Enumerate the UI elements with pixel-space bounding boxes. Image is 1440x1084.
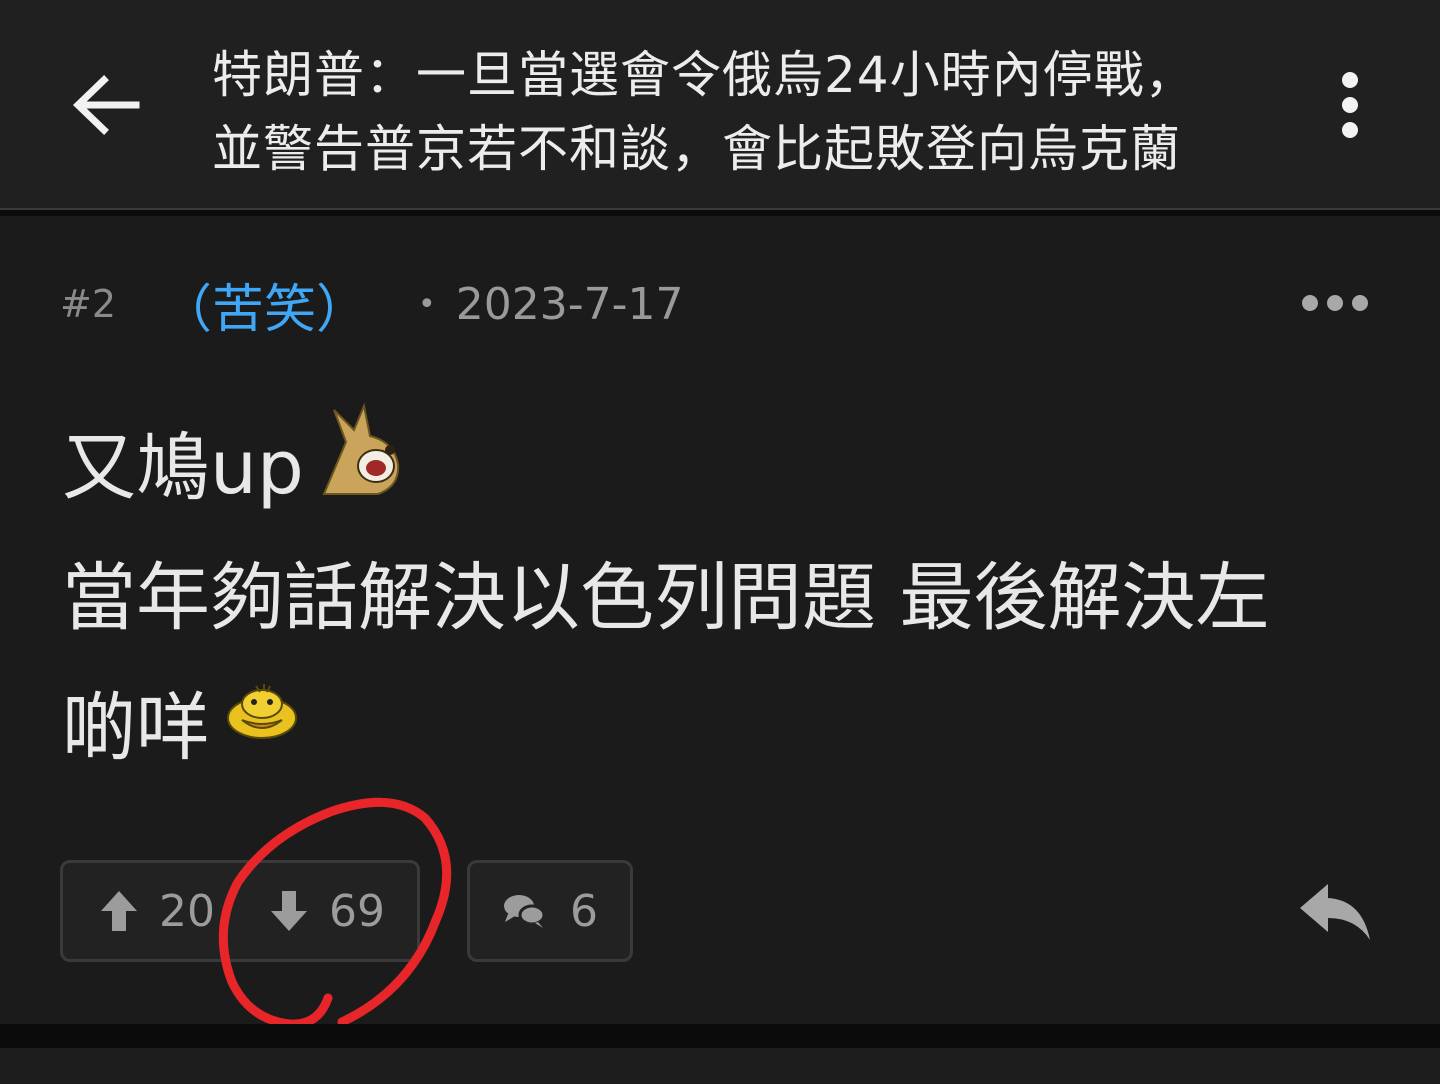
content-line: 又鳩up bbox=[62, 396, 1382, 526]
content-text: 又鳩up bbox=[62, 424, 304, 511]
back-button[interactable] bbox=[60, 58, 156, 154]
top-bar: 特朗普：一旦當選會令俄烏24小時內停戰， 並警告普京若不和談，會比起敗登向烏克蘭 bbox=[0, 0, 1440, 210]
post-divider bbox=[0, 1024, 1440, 1048]
quote-count-button[interactable]: 6 bbox=[467, 860, 633, 962]
content-line: 啲咩 bbox=[62, 656, 1382, 786]
rabbit-emoticon-icon bbox=[316, 402, 408, 520]
arrow-left-icon bbox=[72, 75, 140, 135]
reply-icon bbox=[1300, 884, 1370, 940]
floor-number: #2 bbox=[60, 282, 117, 326]
quote-count: 6 bbox=[570, 885, 598, 937]
upvote-count: 20 bbox=[159, 885, 215, 937]
thread-page: 特朗普：一旦當選會令俄烏24小時內停戰， 並警告普京若不和談，會比起敗登向烏克蘭… bbox=[0, 0, 1440, 1084]
thread-title-line1: 特朗普：一旦當選會令俄烏24小時內停戰， bbox=[212, 46, 1196, 104]
post-content: 又鳩up 當年夠話解決以色列問題 最後解決左 啲咩 bbox=[62, 396, 1382, 786]
separator-dot: • bbox=[418, 286, 436, 322]
more-vertical-icon bbox=[1342, 72, 1358, 138]
content-line: 當年夠話解決以色列問題 最後解決左 bbox=[62, 526, 1382, 656]
arrow-down-icon bbox=[271, 891, 307, 931]
content-text: 當年夠話解決以色列問題 最後解決左 bbox=[62, 554, 1270, 641]
author-name[interactable]: （苦笑） bbox=[160, 267, 368, 342]
downvote-button[interactable]: 69 bbox=[269, 863, 385, 959]
thread-title: 特朗普：一旦當選會令俄烏24小時內停戰， 並警告普京若不和談，會比起敗登向烏克蘭 bbox=[212, 38, 1222, 186]
post-meta: #2 （苦笑） • 2023-7-17 bbox=[60, 274, 684, 340]
reply-button[interactable] bbox=[1296, 878, 1376, 948]
next-post-edge bbox=[0, 1048, 1440, 1084]
duck-emoticon-icon bbox=[222, 678, 302, 764]
thread-title-line2: 並警告普京若不和談，會比起敗登向烏克蘭 bbox=[212, 120, 1181, 178]
comments-icon bbox=[504, 895, 546, 928]
post-date: 2023-7-17 bbox=[455, 278, 684, 330]
overflow-menu-button[interactable] bbox=[1320, 64, 1380, 148]
more-horizontal-icon bbox=[1302, 295, 1368, 311]
downvote-count: 69 bbox=[329, 885, 385, 937]
upvote-button[interactable]: 20 bbox=[99, 863, 215, 959]
content-text: 啲咩 bbox=[62, 684, 210, 771]
reply-post: #2 （苦笑） • 2023-7-17 又鳩up 當年夠話解決以色列問題 最後解… bbox=[0, 216, 1440, 1024]
arrow-up-icon bbox=[101, 891, 137, 931]
post-more-button[interactable] bbox=[1298, 288, 1372, 318]
vote-group: 20 69 bbox=[60, 860, 420, 962]
